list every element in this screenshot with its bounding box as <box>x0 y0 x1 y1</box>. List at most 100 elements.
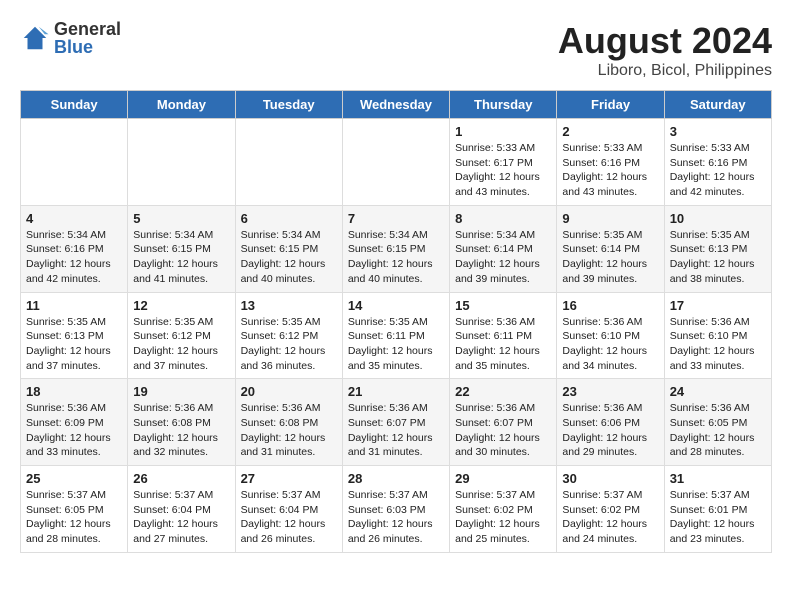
header-tuesday: Tuesday <box>235 91 342 119</box>
day-info: Sunrise: 5:37 AM <box>348 488 444 503</box>
day-cell: 26Sunrise: 5:37 AMSunset: 6:04 PMDayligh… <box>128 466 235 553</box>
day-info: Daylight: 12 hours <box>26 344 122 359</box>
day-info: Sunrise: 5:33 AM <box>455 141 551 156</box>
day-info: Daylight: 12 hours <box>455 170 551 185</box>
day-cell: 30Sunrise: 5:37 AMSunset: 6:02 PMDayligh… <box>557 466 664 553</box>
day-cell: 23Sunrise: 5:36 AMSunset: 6:06 PMDayligh… <box>557 379 664 466</box>
day-number: 25 <box>26 471 122 486</box>
day-info: Sunset: 6:15 PM <box>241 242 337 257</box>
day-info: and 38 minutes. <box>670 272 766 287</box>
day-cell: 27Sunrise: 5:37 AMSunset: 6:04 PMDayligh… <box>235 466 342 553</box>
day-cell: 10Sunrise: 5:35 AMSunset: 6:13 PMDayligh… <box>664 205 771 292</box>
day-info: and 42 minutes. <box>670 185 766 200</box>
day-info: and 27 minutes. <box>133 532 229 547</box>
day-number: 1 <box>455 124 551 139</box>
day-info: and 43 minutes. <box>562 185 658 200</box>
day-info: Sunset: 6:10 PM <box>670 329 766 344</box>
day-info: Daylight: 12 hours <box>348 257 444 272</box>
header-sunday: Sunday <box>21 91 128 119</box>
day-info: and 23 minutes. <box>670 532 766 547</box>
day-info: Sunset: 6:11 PM <box>455 329 551 344</box>
week-row-2: 4Sunrise: 5:34 AMSunset: 6:16 PMDaylight… <box>21 205 772 292</box>
day-number: 19 <box>133 384 229 399</box>
calendar-header: SundayMondayTuesdayWednesdayThursdayFrid… <box>21 91 772 119</box>
day-number: 28 <box>348 471 444 486</box>
day-info: Sunset: 6:09 PM <box>26 416 122 431</box>
day-info: Sunrise: 5:36 AM <box>670 401 766 416</box>
day-number: 14 <box>348 298 444 313</box>
day-number: 4 <box>26 211 122 226</box>
day-number: 5 <box>133 211 229 226</box>
day-info: Sunrise: 5:33 AM <box>670 141 766 156</box>
day-number: 13 <box>241 298 337 313</box>
day-info: Sunset: 6:17 PM <box>455 156 551 171</box>
day-cell: 13Sunrise: 5:35 AMSunset: 6:12 PMDayligh… <box>235 292 342 379</box>
day-info: and 31 minutes. <box>348 445 444 460</box>
day-number: 23 <box>562 384 658 399</box>
day-info: Daylight: 12 hours <box>670 431 766 446</box>
day-info: Sunset: 6:15 PM <box>348 242 444 257</box>
day-info: Sunset: 6:06 PM <box>562 416 658 431</box>
day-cell: 3Sunrise: 5:33 AMSunset: 6:16 PMDaylight… <box>664 119 771 206</box>
day-info: and 39 minutes. <box>455 272 551 287</box>
day-info: and 25 minutes. <box>455 532 551 547</box>
day-info: Daylight: 12 hours <box>133 344 229 359</box>
day-info: and 26 minutes. <box>241 532 337 547</box>
day-info: Daylight: 12 hours <box>133 431 229 446</box>
header-row: SundayMondayTuesdayWednesdayThursdayFrid… <box>21 91 772 119</box>
day-info: and 37 minutes. <box>26 359 122 374</box>
day-info: Sunrise: 5:37 AM <box>562 488 658 503</box>
day-info: Sunset: 6:10 PM <box>562 329 658 344</box>
header-friday: Friday <box>557 91 664 119</box>
day-cell: 5Sunrise: 5:34 AMSunset: 6:15 PMDaylight… <box>128 205 235 292</box>
day-info: Daylight: 12 hours <box>670 344 766 359</box>
day-info: Sunrise: 5:36 AM <box>348 401 444 416</box>
day-info: and 35 minutes. <box>348 359 444 374</box>
day-cell: 12Sunrise: 5:35 AMSunset: 6:12 PMDayligh… <box>128 292 235 379</box>
day-info: Sunset: 6:14 PM <box>455 242 551 257</box>
day-cell <box>342 119 449 206</box>
day-info: Sunset: 6:05 PM <box>26 503 122 518</box>
day-number: 31 <box>670 471 766 486</box>
day-info: Sunrise: 5:36 AM <box>455 401 551 416</box>
day-number: 11 <box>26 298 122 313</box>
day-info: Sunset: 6:13 PM <box>670 242 766 257</box>
day-info: Sunset: 6:02 PM <box>562 503 658 518</box>
header-thursday: Thursday <box>450 91 557 119</box>
day-info: Sunrise: 5:36 AM <box>670 315 766 330</box>
day-info: Daylight: 12 hours <box>241 257 337 272</box>
week-row-1: 1Sunrise: 5:33 AMSunset: 6:17 PMDaylight… <box>21 119 772 206</box>
day-number: 15 <box>455 298 551 313</box>
day-info: Sunset: 6:08 PM <box>241 416 337 431</box>
day-cell: 21Sunrise: 5:36 AMSunset: 6:07 PMDayligh… <box>342 379 449 466</box>
day-cell: 18Sunrise: 5:36 AMSunset: 6:09 PMDayligh… <box>21 379 128 466</box>
day-info: Sunrise: 5:36 AM <box>455 315 551 330</box>
day-info: Sunrise: 5:35 AM <box>26 315 122 330</box>
week-row-3: 11Sunrise: 5:35 AMSunset: 6:13 PMDayligh… <box>21 292 772 379</box>
day-info: Sunset: 6:07 PM <box>455 416 551 431</box>
logo-general: General <box>54 20 121 38</box>
day-info: and 24 minutes. <box>562 532 658 547</box>
day-info: Sunset: 6:16 PM <box>562 156 658 171</box>
day-info: Sunset: 6:04 PM <box>133 503 229 518</box>
day-info: Sunset: 6:07 PM <box>348 416 444 431</box>
day-info: and 28 minutes. <box>670 445 766 460</box>
day-number: 2 <box>562 124 658 139</box>
calendar-body: 1Sunrise: 5:33 AMSunset: 6:17 PMDaylight… <box>21 119 772 553</box>
day-info: Sunrise: 5:34 AM <box>241 228 337 243</box>
day-info: and 41 minutes. <box>133 272 229 287</box>
day-info: Daylight: 12 hours <box>241 344 337 359</box>
day-info: Sunrise: 5:34 AM <box>133 228 229 243</box>
logo: General Blue <box>20 20 121 56</box>
day-info: and 34 minutes. <box>562 359 658 374</box>
day-number: 27 <box>241 471 337 486</box>
day-cell: 6 Sunrise: 5:34 AMSunset: 6:15 PMDaylight… <box>235 205 342 292</box>
day-number: 18 <box>26 384 122 399</box>
day-number: 21 <box>348 384 444 399</box>
day-info: and 28 minutes. <box>26 532 122 547</box>
day-info: and 26 minutes. <box>348 532 444 547</box>
day-number: 6 <box>241 211 337 226</box>
day-info: Daylight: 12 hours <box>133 517 229 532</box>
day-cell: 31Sunrise: 5:37 AMSunset: 6:01 PMDayligh… <box>664 466 771 553</box>
day-info: and 36 minutes. <box>241 359 337 374</box>
